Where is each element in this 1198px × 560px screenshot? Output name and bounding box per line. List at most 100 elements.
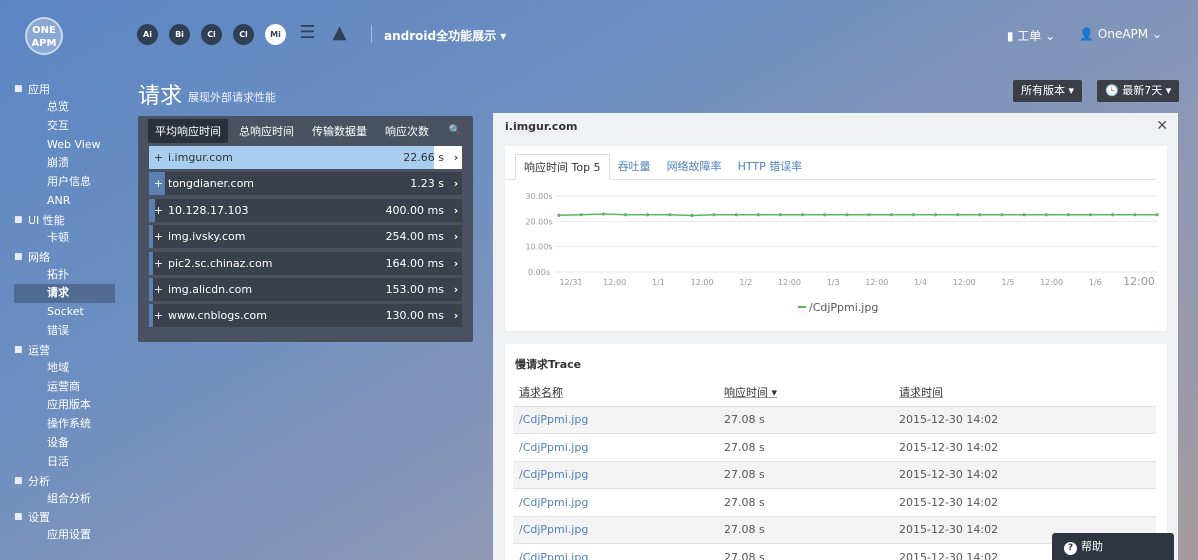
chart-tab[interactable]: 吞吐量 — [610, 154, 659, 179]
column-header[interactable]: 响应时间 ▾ — [718, 378, 893, 407]
request-row[interactable]: + img.ivsky.com 254.00 ms › — [149, 225, 462, 249]
request-name-link[interactable]: /CdjPpmi.jpg — [513, 433, 718, 462]
request-time-cell: 2015-12-30 14:02 — [893, 461, 1156, 489]
sidebar-item[interactable]: Web View — [14, 136, 115, 155]
sidebar-item[interactable]: 日活 — [14, 453, 115, 472]
request-row[interactable]: + i.imgur.com 22.66 s › — [149, 146, 462, 169]
chart-tab[interactable]: 网络故障率 — [659, 154, 730, 179]
expand-icon[interactable]: + — [149, 283, 168, 296]
x-tick-label: 12:00 — [603, 278, 626, 287]
bi-product-icon[interactable]: Bi — [169, 24, 190, 45]
data-point — [778, 213, 783, 217]
data-point — [1088, 213, 1093, 217]
sidebar-group-app[interactable]: ■ 应用 — [14, 80, 115, 98]
metric-tab[interactable]: 响应次数 — [378, 119, 436, 143]
version-filter-button[interactable]: 所有版本 ▾ — [1013, 80, 1083, 102]
expand-icon[interactable]: + — [149, 309, 168, 322]
request-row[interactable]: + pic2.sc.chinaz.com 164.00 ms › — [149, 251, 462, 275]
oneapm-logo[interactable]: ONE APM — [25, 17, 63, 55]
table-row[interactable]: /CdjPpmi.jpg 27.08 s 2015-12-30 14:02 — [513, 488, 1156, 517]
response-time-cell: 27.08 s — [718, 461, 893, 489]
request-value: 164.00 ms — [385, 256, 444, 270]
table-row[interactable]: /CdjPpmi.jpg 27.08 s 2015-12-30 14:02 — [513, 461, 1156, 489]
document-icon: ▮ — [1006, 29, 1018, 43]
sidebar-item[interactable]: 错误 — [14, 322, 115, 341]
user-menu[interactable]: 👤 OneAPM ⌄ — [1079, 27, 1162, 44]
chevron-right-icon[interactable]: › — [450, 309, 462, 322]
y-tick-label: 20.00s — [525, 217, 552, 226]
sidebar-item[interactable]: ANR — [14, 192, 115, 211]
sidebar-item[interactable]: Socket — [14, 303, 115, 322]
search-icon[interactable]: 🔍 — [449, 125, 461, 136]
request-row[interactable]: +10.128.17.103 400.00 ms › — [149, 198, 462, 222]
chart-tab[interactable]: 响应时间 Top 5 — [515, 154, 610, 180]
time-range-button[interactable]: 🕒 最新7天 ▾ — [1097, 80, 1180, 102]
chevron-right-icon[interactable]: › — [450, 230, 462, 243]
operation-icon: ■ — [14, 344, 23, 355]
sidebar-item[interactable]: 应用版本 — [14, 396, 115, 415]
expand-icon[interactable]: + — [149, 230, 168, 243]
ai-product-icon[interactable]: Ai — [137, 24, 158, 45]
help-button[interactable]: ? 帮助 — [1052, 533, 1174, 560]
sidebar-item[interactable]: 组合分析 — [14, 490, 115, 509]
list-product-icon[interactable]: ☰ — [297, 24, 318, 45]
chart-tab[interactable]: HTTP 错误率 — [730, 154, 811, 179]
request-row[interactable]: + www.cnblogs.com 130.00 ms › — [149, 304, 462, 328]
ticket-menu[interactable]: ▮ 工单 ⌄ — [1007, 27, 1055, 44]
sidebar-group-operation[interactable]: ■ 运营 — [14, 341, 115, 359]
sidebar-item[interactable]: 设备 — [14, 434, 115, 453]
response-time-cell: 27.08 s — [718, 488, 893, 517]
sidebar-group-ui-perf[interactable]: ■ UI 性能 — [14, 211, 115, 229]
help-icon: ? — [1064, 542, 1077, 555]
table-row[interactable]: /CdjPpmi.jpg 27.08 s 2015-12-30 14:02 — [513, 406, 1156, 434]
sidebar-group-network[interactable]: ■ 网络 — [14, 248, 115, 266]
sidebar-item[interactable]: 用户信息 — [14, 173, 115, 192]
sidebar-item[interactable]: 卡顿 — [14, 229, 115, 248]
data-point — [823, 213, 827, 217]
sidebar-group-label: 分析 — [28, 474, 50, 488]
request-name-link[interactable]: /CdjPpmi.jpg — [513, 543, 718, 560]
sidebar-item[interactable]: 崩溃 — [14, 154, 115, 173]
chevron-right-icon[interactable]: › — [450, 151, 462, 164]
divider — [371, 25, 372, 43]
chevron-right-icon[interactable]: › — [450, 257, 462, 270]
request-row[interactable]: + img.alicdn.com 153.00 ms › — [149, 277, 462, 301]
sidebar-item[interactable]: 操作系统 — [14, 415, 115, 434]
metric-tab[interactable]: 总响应时间 — [232, 119, 301, 143]
sidebar-item[interactable]: 拓扑 — [14, 266, 115, 285]
cl-product-icon[interactable]: Cl — [233, 24, 254, 45]
mi-product-icon[interactable]: Mi — [265, 24, 286, 45]
request-name-link[interactable]: /CdjPpmi.jpg — [513, 516, 718, 544]
request-name-link[interactable]: /CdjPpmi.jpg — [513, 461, 718, 489]
chevron-right-icon[interactable]: › — [450, 177, 462, 190]
column-header[interactable]: 请求时间 — [893, 378, 1156, 407]
table-row[interactable]: /CdjPpmi.jpg 27.08 s 2015-12-30 14:02 — [513, 433, 1156, 462]
expand-icon[interactable]: + — [149, 177, 168, 190]
app-selector[interactable]: android全功能展示 ▾ — [384, 27, 506, 44]
chevron-right-icon[interactable]: › — [450, 283, 462, 296]
chevron-right-icon[interactable]: › — [450, 204, 462, 217]
expand-icon[interactable]: + — [149, 151, 168, 164]
sidebar-item[interactable]: 交互 — [14, 117, 115, 136]
metric-tab[interactable]: 传输数据量 — [305, 119, 374, 143]
sidebar-item[interactable]: 应用设置 — [14, 526, 115, 545]
request-value: 1.23 s — [410, 177, 444, 191]
expand-icon[interactable]: + — [149, 204, 168, 217]
x-tick-label: 1/6 — [1089, 278, 1102, 287]
expand-icon[interactable]: + — [149, 257, 168, 270]
ci-product-icon[interactable]: Ci — [201, 24, 222, 45]
sidebar-item[interactable]: 总览 — [14, 98, 115, 117]
sidebar-item[interactable]: 地域 — [14, 359, 115, 378]
request-name-link[interactable]: /CdjPpmi.jpg — [513, 406, 718, 434]
close-icon[interactable]: ✕ — [1156, 118, 1168, 134]
sidebar-item[interactable]: 运营商 — [14, 378, 115, 397]
sidebar-group-settings[interactable]: ■ 设置 — [14, 508, 115, 526]
alert-product-icon[interactable]: ▲ — [329, 24, 350, 45]
settings-icon: ■ — [14, 512, 23, 523]
metric-tab[interactable]: 平均响应时间 — [148, 119, 228, 143]
sidebar-item[interactable]: 请求 — [14, 284, 115, 304]
request-row[interactable]: + tongdianer.com 1.23 s › — [149, 172, 462, 196]
request-name-link[interactable]: /CdjPpmi.jpg — [513, 488, 718, 517]
sidebar-group-analysis[interactable]: ■ 分析 — [14, 472, 115, 490]
column-header[interactable]: 请求名称 — [513, 378, 718, 407]
